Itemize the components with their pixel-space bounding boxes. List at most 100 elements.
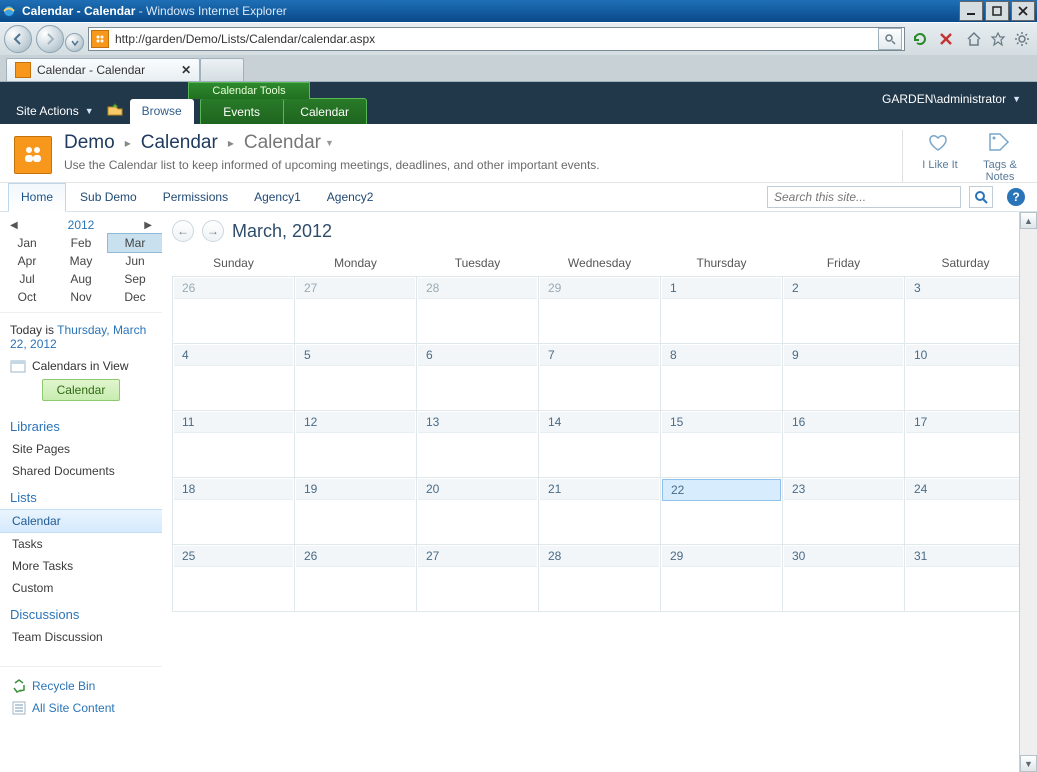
topnav-link[interactable]: Permissions xyxy=(151,184,240,211)
quicklaunch-item[interactable]: Site Pages xyxy=(0,438,162,460)
calendar-cell[interactable]: 30 xyxy=(783,545,905,612)
topnav-link[interactable]: Sub Demo xyxy=(68,184,149,211)
calendar-cell[interactable]: 17 xyxy=(905,411,1027,478)
search-input[interactable] xyxy=(768,190,960,204)
month-cell[interactable]: Mar xyxy=(107,233,162,253)
home-icon[interactable] xyxy=(963,28,985,50)
year-label[interactable]: 2012 xyxy=(18,218,145,232)
quicklaunch-item[interactable]: Team Discussion xyxy=(0,626,162,648)
calendar-overlay-button[interactable]: Calendar xyxy=(42,379,121,401)
calendar-cell[interactable]: 13 xyxy=(417,411,539,478)
ribbon-tab-browse[interactable]: Browse xyxy=(130,99,194,124)
quicklaunch-item[interactable]: Tasks xyxy=(0,533,162,555)
calendar-cell[interactable]: 2 xyxy=(783,277,905,344)
month-cell[interactable]: Oct xyxy=(0,288,54,306)
calendar-cell[interactable]: 18 xyxy=(173,478,295,545)
refresh-button[interactable] xyxy=(909,28,931,50)
calendar-cell[interactable]: 3 xyxy=(905,277,1027,344)
calendar-cell[interactable]: 16 xyxy=(783,411,905,478)
calendar-cell[interactable]: 4 xyxy=(173,344,295,411)
favorites-icon[interactable] xyxy=(987,28,1009,50)
browser-tab[interactable]: Calendar - Calendar ✕ xyxy=(6,58,200,81)
next-month-button[interactable]: → xyxy=(202,220,224,242)
calendar-cell[interactable]: 21 xyxy=(539,478,661,545)
breadcrumb-list[interactable]: Calendar xyxy=(141,132,218,154)
calendar-cell[interactable]: 19 xyxy=(295,478,417,545)
quicklaunch-item[interactable]: Shared Documents xyxy=(0,460,162,482)
month-cell[interactable]: Sep xyxy=(108,270,162,288)
quicklaunch-item[interactable]: Calendar xyxy=(0,509,162,533)
calendar-cell[interactable]: 31 xyxy=(905,545,1027,612)
month-cell[interactable]: Jul xyxy=(0,270,54,288)
navigate-up-button[interactable] xyxy=(106,101,126,121)
prev-year-button[interactable]: ◀ xyxy=(10,220,18,231)
all-site-content-link[interactable]: All Site Content xyxy=(0,697,162,719)
month-cell[interactable]: Jan xyxy=(0,234,54,252)
quicklaunch-heading-libraries[interactable]: Libraries xyxy=(0,411,162,438)
month-cell[interactable]: Aug xyxy=(54,270,108,288)
month-cell[interactable]: Nov xyxy=(54,288,108,306)
site-logo-icon[interactable] xyxy=(14,136,52,174)
calendar-cell[interactable]: 12 xyxy=(295,411,417,478)
topnav-link[interactable]: Agency1 xyxy=(242,184,313,211)
window-close-button[interactable] xyxy=(1011,1,1035,21)
stop-button[interactable] xyxy=(935,28,957,50)
help-button[interactable]: ? xyxy=(1007,188,1025,206)
month-cell[interactable]: Feb xyxy=(54,234,108,252)
nav-back-button[interactable] xyxy=(4,25,32,53)
quicklaunch-item[interactable]: Custom xyxy=(0,577,162,599)
window-minimize-button[interactable] xyxy=(959,1,983,21)
scroll-down-button[interactable]: ▼ xyxy=(1020,755,1037,772)
window-maximize-button[interactable] xyxy=(985,1,1009,21)
ribbon-tab-calendar[interactable]: Calendar xyxy=(284,98,367,124)
calendar-cell[interactable]: 29 xyxy=(661,545,783,612)
scroll-up-button[interactable]: ▲ xyxy=(1020,212,1037,229)
breadcrumb-view-dropdown[interactable]: Calendar ▼ xyxy=(244,132,334,154)
calendar-cell[interactable]: 26 xyxy=(173,277,295,344)
ribbon-tab-events[interactable]: Events xyxy=(200,98,284,124)
url-input[interactable] xyxy=(113,31,874,47)
calendar-cell[interactable]: 20 xyxy=(417,478,539,545)
calendar-cell[interactable]: 22 xyxy=(661,478,783,545)
site-actions-menu[interactable]: Site Actions ▼ xyxy=(8,104,102,118)
calendar-cell[interactable]: 15 xyxy=(661,411,783,478)
prev-month-button[interactable]: ← xyxy=(172,220,194,242)
calendar-cell[interactable]: 24 xyxy=(905,478,1027,545)
calendar-cell[interactable]: 11 xyxy=(173,411,295,478)
recycle-bin-link[interactable]: Recycle Bin xyxy=(0,675,162,697)
calendar-cell[interactable]: 29 xyxy=(539,277,661,344)
calendar-cell[interactable]: 8 xyxy=(661,344,783,411)
next-year-button[interactable]: ▶ xyxy=(144,220,152,231)
nav-history-dropdown[interactable] xyxy=(65,33,84,52)
calendar-cell[interactable]: 25 xyxy=(173,545,295,612)
month-cell[interactable]: May xyxy=(54,252,108,270)
breadcrumb-site[interactable]: Demo xyxy=(64,132,115,154)
month-cell[interactable]: Jun xyxy=(108,252,162,270)
tab-close-icon[interactable]: ✕ xyxy=(181,63,191,77)
user-menu[interactable]: GARDEN\administrator ▼ xyxy=(882,92,1021,106)
nav-forward-button[interactable] xyxy=(36,25,64,53)
calendar-cell[interactable]: 28 xyxy=(539,545,661,612)
search-dropdown-button[interactable] xyxy=(878,28,902,50)
calendar-cell[interactable]: 27 xyxy=(295,277,417,344)
new-tab-button[interactable] xyxy=(200,58,244,81)
month-cell[interactable]: Apr xyxy=(0,252,54,270)
search-button[interactable] xyxy=(969,186,993,208)
topnav-link[interactable]: Home xyxy=(8,183,66,212)
topnav-link[interactable]: Agency2 xyxy=(315,184,386,211)
tools-icon[interactable] xyxy=(1011,28,1033,50)
calendar-cell[interactable]: 27 xyxy=(417,545,539,612)
calendar-cell[interactable]: 9 xyxy=(783,344,905,411)
calendar-cell[interactable]: 10 xyxy=(905,344,1027,411)
calendar-cell[interactable]: 23 xyxy=(783,478,905,545)
calendar-cell[interactable]: 26 xyxy=(295,545,417,612)
calendar-cell[interactable]: 7 xyxy=(539,344,661,411)
calendar-cell[interactable]: 14 xyxy=(539,411,661,478)
like-button[interactable]: I Like It xyxy=(917,130,963,183)
calendar-cell[interactable]: 5 xyxy=(295,344,417,411)
calendar-cell[interactable]: 1 xyxy=(661,277,783,344)
quicklaunch-item[interactable]: More Tasks xyxy=(0,555,162,577)
calendar-cell[interactable]: 28 xyxy=(417,277,539,344)
quicklaunch-heading-discussions[interactable]: Discussions xyxy=(0,599,162,626)
month-cell[interactable]: Dec xyxy=(108,288,162,306)
